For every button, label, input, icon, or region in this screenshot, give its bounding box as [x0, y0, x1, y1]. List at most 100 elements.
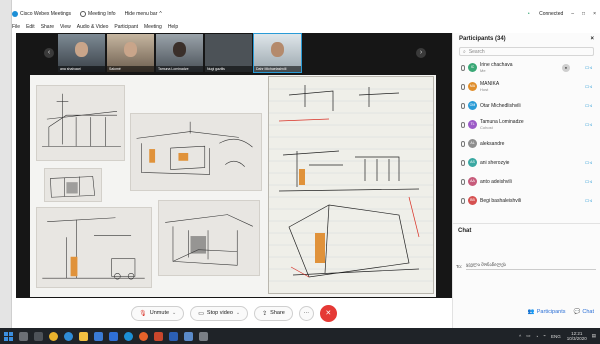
powerpoint-icon[interactable]: [154, 331, 163, 341]
language-indicator[interactable]: ENG: [551, 334, 561, 339]
sketch-image-1: [36, 85, 125, 161]
chat-recipient-select[interactable]: ყველა მონაწილეს: [466, 262, 596, 270]
minimize-button[interactable]: –: [571, 11, 574, 17]
participant-info: ani sherozyie: [480, 160, 509, 166]
firefox-icon[interactable]: [139, 331, 148, 341]
menu-file[interactable]: File: [12, 24, 20, 30]
unmute-label: Unmute: [149, 310, 170, 316]
menu-audio-video[interactable]: Audio & Video: [77, 24, 109, 30]
mic-icon: [461, 102, 465, 109]
sketch-drawing: [165, 214, 253, 266]
chat-toggle-button[interactable]: 💬 Chat: [574, 309, 594, 315]
tray-overflow-icon[interactable]: ^: [519, 334, 521, 339]
participant-info: Otar Michedlishvili: [480, 103, 521, 109]
video-thumbnail-active-speaker[interactable]: Dahr Michaelashvili: [253, 33, 302, 73]
word-icon[interactable]: [169, 331, 178, 341]
participant-search-input[interactable]: ⌕ Search: [459, 47, 594, 56]
menu-edit[interactable]: Edit: [26, 24, 35, 30]
sketch-image-4: [36, 207, 152, 288]
mic-icon: [461, 159, 465, 166]
more-options-button[interactable]: ···: [298, 305, 314, 321]
muted-mic-icon: 🎙: [139, 310, 147, 317]
participant-row[interactable]: OM Otar Michedlishvili ▭◃: [453, 96, 600, 115]
chrome-icon[interactable]: [49, 331, 58, 341]
store-icon[interactable]: [94, 331, 103, 341]
prev-thumbnails-button[interactable]: ‹: [44, 48, 54, 58]
photos-icon[interactable]: [184, 331, 193, 341]
close-panel-icon[interactable]: ×: [590, 36, 594, 42]
battery-icon[interactable]: ▭: [526, 333, 530, 339]
connected-status[interactable]: • Connected: [520, 11, 563, 17]
search-taskbar-icon[interactable]: [19, 331, 28, 341]
meeting-info-button[interactable]: Meeting Info: [80, 11, 116, 17]
stop-video-button[interactable]: ▭ Stop video ⌄: [190, 305, 249, 321]
windows-logo-icon: [9, 331, 13, 336]
chevron-down-icon[interactable]: ⌄: [236, 310, 240, 316]
participant-row[interactable]: TL Tamuna Lominadze Cohost ▭◃: [453, 115, 600, 134]
avatar: AS: [468, 158, 477, 167]
unmute-button[interactable]: 🎙 Unmute ⌄: [131, 305, 185, 321]
restore-button[interactable]: □: [582, 11, 585, 17]
avatar: AA: [468, 177, 477, 186]
mic-icon: [461, 140, 465, 147]
mail-icon[interactable]: [109, 331, 118, 341]
avatar: OM: [468, 101, 477, 110]
hide-menu-bar-button[interactable]: Hide menu bar ^: [125, 11, 162, 17]
network-icon[interactable]: ⌁: [543, 333, 546, 339]
thumbnail-name: Nugi gazilis: [205, 66, 252, 72]
meeting-info-label: Meeting Info: [88, 11, 116, 17]
share-label: Share: [270, 310, 285, 316]
participant-row[interactable]: IC Irine chachava Me ● ▭◃: [453, 58, 600, 77]
edge-icon[interactable]: [64, 331, 73, 341]
app-title: Cisco Webex Meetings: [12, 11, 71, 17]
hide-menu-label: Hide menu bar: [124, 11, 158, 17]
search-icon: ⌕: [463, 48, 466, 55]
chat-title: Chat: [458, 228, 472, 234]
task-view-icon[interactable]: [34, 331, 43, 341]
next-thumbnails-button[interactable]: ›: [416, 48, 426, 58]
share-button[interactable]: ⇪ Share: [254, 305, 293, 321]
volume-icon[interactable]: ◔: [536, 334, 539, 339]
menu-help[interactable]: Help: [168, 24, 178, 30]
notification-center-icon[interactable]: ▤: [592, 333, 596, 339]
settings-icon[interactable]: [199, 331, 208, 341]
participant-face: [75, 42, 88, 57]
participant-face: [124, 42, 137, 57]
video-camera-icon: ▭◃: [584, 178, 592, 185]
start-button[interactable]: [4, 331, 13, 341]
video-camera-icon: ▭◃: [584, 197, 592, 204]
participant-row[interactable]: AS ani sherozyie ▭◃: [453, 153, 600, 172]
video-thumbnail[interactable]: Nugi gazilis: [205, 34, 252, 72]
thumbnail-name: Salomé: [107, 66, 154, 72]
file-explorer-icon[interactable]: [79, 331, 88, 341]
menu-share[interactable]: Share: [41, 24, 54, 30]
clock[interactable]: 12:21 10/3/2020: [567, 331, 587, 341]
video-thumbnail[interactable]: Tamuna Lominadze: [156, 34, 203, 72]
participant-row[interactable]: MA MANIKA Host ▭◃: [453, 77, 600, 96]
mic-icon: [461, 121, 465, 128]
participant-row[interactable]: BB Begi bashaleishvili ▭◃: [453, 191, 600, 210]
windows-logo-icon: [4, 336, 8, 341]
close-window-button[interactable]: ×: [593, 11, 596, 17]
thumbnail-name: Dahr Michaelashvili: [254, 66, 301, 72]
menu-view[interactable]: View: [60, 24, 71, 30]
participant-row[interactable]: AA anto adeishvili ▭◃: [453, 172, 600, 191]
participants-toggle-button[interactable]: 👥 Participants: [528, 309, 566, 315]
webex-taskbar-icon[interactable]: [124, 331, 133, 341]
video-thumbnail[interactable]: ana shalvaari: [58, 34, 105, 72]
windows-taskbar: ^ ▭ ◔ ⌁ ENG 12:21 10/3/2020 ▤: [0, 328, 600, 344]
participant-info: Irine chachava Me: [480, 62, 513, 73]
connected-label: Connected: [539, 11, 564, 17]
participant-row[interactable]: AL aleksandre: [453, 134, 600, 153]
avatar: MA: [468, 82, 477, 91]
menu-meeting[interactable]: Meeting: [144, 24, 162, 30]
participant-info: MANIKA Host: [480, 81, 499, 92]
menu-participant[interactable]: Participant: [114, 24, 138, 30]
mic-icon: [461, 178, 465, 185]
end-meeting-button[interactable]: ✕: [319, 304, 337, 322]
participant-info: Begi bashaleishvili: [480, 198, 521, 204]
chevron-down-icon[interactable]: ⌄: [172, 310, 176, 316]
video-thumbnail[interactable]: Salomé: [107, 34, 154, 72]
chat-section: Chat: [452, 223, 600, 238]
sketch-image-2: [130, 113, 262, 191]
